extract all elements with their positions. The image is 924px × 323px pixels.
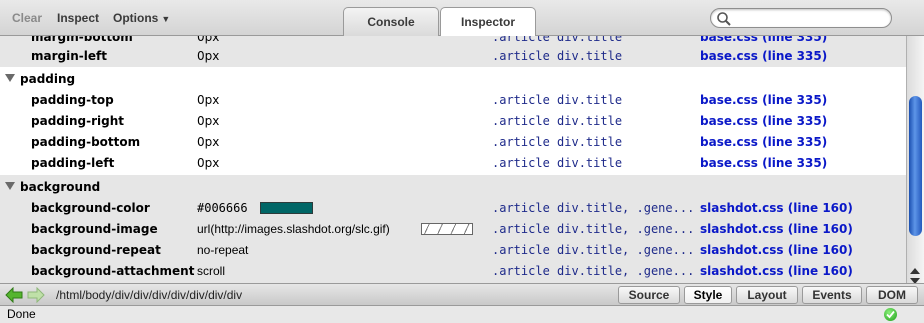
- toolbar: Clear Inspect Options ▼ Console Inspector: [0, 0, 924, 37]
- tab-inspector[interactable]: Inspector: [440, 7, 536, 37]
- disclosure-triangle-icon[interactable]: [5, 182, 15, 190]
- property-value: url(http://images.slashdot.org/slc.gif): [197, 222, 390, 236]
- selector-text: .article div.title: [492, 49, 623, 63]
- scroll-thumb[interactable]: [909, 96, 922, 236]
- color-swatch: [260, 202, 313, 214]
- disclosure-triangle-icon[interactable]: [5, 74, 15, 82]
- background-group-header[interactable]: background: [0, 177, 906, 198]
- property-value: scroll: [197, 264, 226, 278]
- source-link[interactable]: slashdot.css (line 160): [700, 201, 853, 215]
- style-row[interactable]: background-color #006666 .article div.ti…: [0, 198, 906, 219]
- property-name: background-image: [31, 222, 158, 236]
- style-view-button[interactable]: Style: [684, 286, 732, 304]
- style-row[interactable]: padding-left 0px .article div.title base…: [0, 153, 906, 174]
- style-row[interactable]: background-attachment scroll .article di…: [0, 261, 906, 282]
- source-link[interactable]: slashdot.css (line 160): [700, 243, 853, 257]
- property-name: background-color: [31, 201, 150, 215]
- property-value: no-repeat: [197, 243, 249, 257]
- options-button[interactable]: Options ▼: [113, 11, 170, 25]
- status-bar: Done: [0, 306, 924, 323]
- source-link[interactable]: base.css (line 335): [700, 156, 827, 170]
- forward-arrow-icon[interactable]: [27, 287, 45, 303]
- search-icon: [717, 12, 731, 26]
- clear-button[interactable]: Clear: [12, 11, 42, 25]
- property-value: 0px: [197, 114, 220, 128]
- style-row[interactable]: padding-top 0px .article div.title base.…: [0, 90, 906, 111]
- source-link[interactable]: base.css (line 335): [700, 36, 827, 44]
- style-row[interactable]: padding-right 0px .article div.title bas…: [0, 111, 906, 132]
- layout-view-button[interactable]: Layout: [736, 286, 798, 304]
- style-row[interactable]: background-repeat no-repeat .article div…: [0, 240, 906, 261]
- selector-text: .article div.title: [492, 135, 623, 149]
- selector-text: .article div.title, .gene...: [492, 201, 695, 215]
- options-label: Options: [113, 11, 159, 25]
- property-value: 0px: [197, 36, 220, 44]
- source-view-button[interactable]: Source: [618, 286, 680, 304]
- bottom-bar: /html/body/div/div/div/div/div/div/div S…: [0, 283, 924, 306]
- selector-text: .article div.title: [492, 36, 623, 44]
- source-link[interactable]: base.css (line 335): [700, 93, 827, 107]
- selector-text: .article div.title, .gene...: [492, 264, 695, 278]
- events-view-button[interactable]: Events: [802, 286, 862, 304]
- image-preview: [421, 223, 473, 235]
- selector-text: .article div.title, .gene...: [492, 243, 695, 257]
- back-arrow-icon[interactable]: [5, 287, 23, 303]
- padding-group-header[interactable]: padding: [0, 69, 906, 90]
- source-link[interactable]: base.css (line 335): [700, 49, 827, 63]
- property-name: margin-left: [31, 49, 107, 63]
- search-input[interactable]: [710, 8, 892, 28]
- dom-path-breadcrumb[interactable]: /html/body/div/div/div/div/div/div/div: [56, 288, 242, 302]
- property-value: #006666: [197, 201, 248, 215]
- property-value: 0px: [197, 49, 220, 63]
- property-name: padding-left: [31, 156, 115, 170]
- selector-text: .article div.title: [492, 93, 623, 107]
- property-name: padding-top: [31, 93, 114, 107]
- group-title: background: [20, 180, 101, 194]
- property-name: background-attachment: [31, 264, 195, 278]
- style-row[interactable]: padding-bottom 0px .article div.title ba…: [0, 132, 906, 153]
- property-value: 0px: [197, 93, 220, 107]
- source-link[interactable]: slashdot.css (line 160): [700, 264, 853, 278]
- property-name: margin-bottom: [31, 36, 133, 44]
- scroll-up-icon[interactable]: [910, 268, 920, 274]
- property-value: 0px: [197, 135, 220, 149]
- caret-down-icon: ▼: [161, 14, 171, 24]
- selector-text: .article div.title: [492, 156, 623, 170]
- status-text: Done: [7, 307, 36, 321]
- dom-view-button[interactable]: DOM: [866, 286, 918, 304]
- vertical-scrollbar[interactable]: [906, 36, 924, 284]
- source-link[interactable]: base.css (line 335): [700, 114, 827, 128]
- source-link[interactable]: slashdot.css (line 160): [700, 222, 853, 236]
- selector-text: .article div.title, .gene...: [492, 222, 695, 236]
- style-row[interactable]: margin-left 0px .article div.title base.…: [0, 46, 906, 67]
- property-value: 0px: [197, 156, 220, 170]
- checkmark-icon: [884, 308, 897, 321]
- style-row[interactable]: background-image url(http://images.slash…: [0, 219, 906, 240]
- group-title: padding: [20, 72, 76, 86]
- inspect-button[interactable]: Inspect: [57, 11, 99, 25]
- style-panel: margin-bottom 0px .article div.title bas…: [0, 36, 906, 283]
- source-link[interactable]: base.css (line 335): [700, 135, 827, 149]
- property-name: padding-bottom: [31, 135, 141, 149]
- tab-console[interactable]: Console: [343, 7, 439, 36]
- selector-text: .article div.title: [492, 114, 623, 128]
- property-name: padding-right: [31, 114, 124, 128]
- property-name: background-repeat: [31, 243, 161, 257]
